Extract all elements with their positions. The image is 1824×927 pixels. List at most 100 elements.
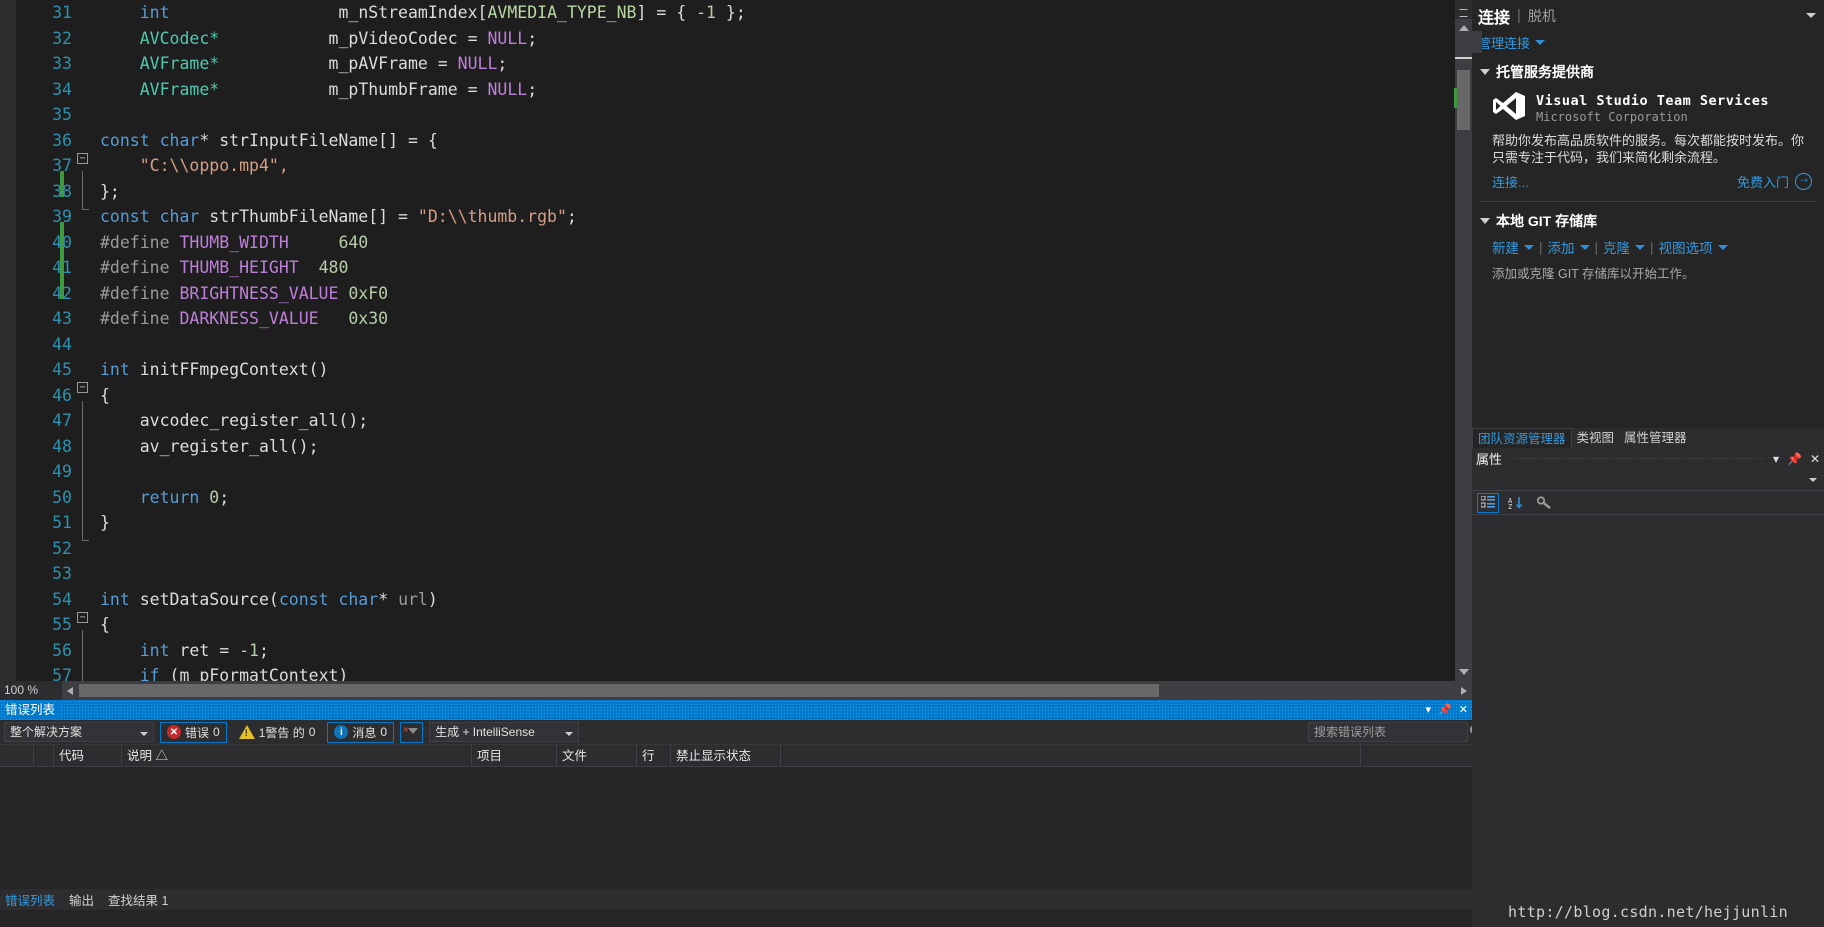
code-line[interactable]: 57− if (m_pFormatContext) [16,663,1472,681]
code-line[interactable]: 39 const char strThumbFileName[] = "D:\\t… [16,204,1472,248]
code-text[interactable]: av_register_all(); [100,437,319,456]
categorized-icon[interactable] [1477,492,1499,513]
code-text[interactable]: int initFFmpegContext() [100,360,329,379]
vertical-scroll-thumb[interactable] [1457,70,1470,130]
code-text[interactable]: AVFrame* m_pThumbFrame = NULL; [100,80,537,99]
code-line[interactable]: 31 int m_nStreamIndex[AVMEDIA_TYPE_NB] =… [16,0,1472,26]
team-explorer-menu-caret-icon[interactable] [1806,13,1816,18]
hscroll-track[interactable] [79,681,1455,700]
error-list-search[interactable]: 🔍 [1308,722,1484,744]
provider-links[interactable]: 连接... 免费入门 [1472,166,1824,191]
code-line[interactable]: 49 [16,459,1472,503]
pin-icon[interactable]: 📌 [1438,700,1452,720]
code-surface[interactable]: 31 int m_nStreamIndex[AVMEDIA_TYPE_NB] =… [16,0,1472,681]
warnings-filter-toggle[interactable]: 1警告 的 0 [233,722,322,743]
code-text[interactable]: } [100,513,110,532]
pin-icon[interactable]: 📌 [1787,452,1802,466]
arrow-right-circle-icon[interactable] [1795,171,1812,190]
chevron-down-icon[interactable]: ▾ [1426,700,1432,720]
code-line[interactable]: 44 [16,332,1472,358]
free-start-group[interactable]: 免费入门 [1737,171,1812,191]
team-explorer-tab[interactable]: 类视图 [1572,428,1620,448]
code-line[interactable]: 46 { [16,383,1472,426]
connect-link[interactable]: 连接... [1492,172,1529,191]
code-text[interactable]: #define THUMB_WIDTH 640 [100,233,368,252]
code-text[interactable]: int setDataSource(const char* url) [100,590,438,609]
expander-triangle-icon[interactable] [1480,69,1490,75]
dock-tab-inactive[interactable]: 查找结果 1 [108,890,168,909]
git-action-link[interactable]: 视图选项 [1659,237,1713,257]
scroll-up-arrow-icon[interactable] [1455,20,1472,37]
team-explorer-tab[interactable]: 团队资源管理器 [1472,428,1572,448]
alphabetical-sort-icon[interactable]: A Z [1505,493,1527,513]
git-action-caret-icon[interactable] [1524,244,1534,250]
error-list-toolbar[interactable]: 整个解决方案 ✕ 错误 0 1警告 的 0 i 消息 0 ✕ 生成 + Inte… [0,720,1484,745]
code-line[interactable]: 54− int setDataSource(const char* url) [16,587,1472,623]
editor-horizontal-scrollbar[interactable]: 100 % [0,681,1472,700]
code-text[interactable]: { [100,615,110,634]
property-pages-icon[interactable] [1533,493,1555,513]
error-list-column-header[interactable]: 禁止显示状态 [671,745,781,766]
error-list-column-header[interactable]: 代码 [54,745,122,766]
search-input[interactable] [1309,725,1469,739]
code-text[interactable]: "C:\\oppo.mp4", [100,156,289,175]
code-line[interactable]: 52 [16,536,1472,562]
hosted-providers-header[interactable]: 托管服务提供商 [1472,58,1824,86]
error-list-window-buttons[interactable]: ▾ 📌 ✕ [1426,700,1468,720]
code-line[interactable]: 32 AVCodec* m_pVideoCodec = NULL; [16,26,1472,52]
manage-connections-link[interactable]: 管理连接 [1478,33,1530,52]
scope-filter-combo[interactable]: 整个解决方案 [4,722,154,742]
code-text[interactable]: }; [100,182,120,201]
code-text[interactable]: const char* strInputFileName[] = { [100,131,438,150]
code-line[interactable]: 50 return 0; [16,485,1472,528]
close-icon[interactable]: ✕ [1459,700,1468,720]
code-line[interactable]: 55 { [16,612,1472,656]
code-line[interactable]: 36− const char* strInputFileName[] = { [16,128,1472,164]
code-text[interactable]: { [100,386,110,405]
messages-filter-toggle[interactable]: i 消息 0 [327,721,395,743]
bottom-dock-tabs[interactable]: 错误列表 输出 查找结果 1 [0,889,1472,910]
code-line[interactable]: 43 #define DARKNESS_VALUE 0x30 [16,306,1472,332]
code-line[interactable]: 51} [16,510,1472,541]
dock-tab-active[interactable]: 错误列表 [5,890,55,909]
code-text[interactable]: AVCodec* m_pVideoCodec = NULL; [100,29,537,48]
git-action-caret-icon[interactable] [1635,244,1646,250]
scroll-down-arrow-icon[interactable] [1455,664,1472,681]
code-text[interactable]: return 0; [100,488,229,507]
hscroll-right-arrow-icon[interactable] [1455,681,1472,700]
local-git-header[interactable]: 本地 GIT 存储库 [1472,207,1824,235]
split-view-icon[interactable]: ‒ ‒ [1455,0,1472,24]
code-text[interactable]: AVFrame* m_pAVFrame = NULL; [100,54,508,73]
code-text[interactable]: #define THUMB_HEIGHT 480 [100,258,348,277]
code-text[interactable]: avcodec_register_all(); [100,411,368,430]
code-editor[interactable]: 31 int m_nStreamIndex[AVMEDIA_TYPE_NB] =… [0,0,1472,700]
properties-grid-empty[interactable] [1472,515,1824,845]
zoom-level-selector[interactable]: 100 % [0,681,62,700]
error-list-column-header[interactable]: 项目 [472,745,557,766]
code-line[interactable]: 42 #define BRIGHTNESS_VALUE 0xF0 [16,281,1472,307]
properties-toolbar[interactable]: A Z [1472,491,1824,515]
manage-connections-caret-icon[interactable] [1535,39,1546,45]
git-action-caret-icon[interactable] [1717,244,1728,250]
code-line[interactable]: 38}; [16,179,1472,210]
code-line[interactable]: 45− int initFFmpegContext() [16,357,1472,393]
code-line[interactable]: 35 [16,102,1472,128]
error-list-column-headers[interactable]: 代码 说明 △ 项目 文件行禁止显示状态 [0,745,1472,767]
properties-object-selector[interactable] [1472,469,1824,491]
team-explorer-toolbar[interactable]: 管理连接 [1472,31,1824,53]
code-line[interactable]: 37 "C:\\oppo.mp4", [16,153,1472,197]
hscroll-left-arrow-icon[interactable] [62,681,79,700]
code-line[interactable]: 53 [16,561,1472,587]
build-intellisense-combo[interactable]: 生成 + IntelliSense [429,722,580,742]
code-line[interactable]: 41 #define THUMB_HEIGHT 480 [16,255,1472,299]
code-text[interactable]: int ret = -1; [100,641,269,660]
code-text[interactable]: #define DARKNESS_VALUE 0x30 [100,309,388,328]
git-action-link[interactable]: 克隆 [1603,237,1630,257]
free-start-link[interactable]: 免费入门 [1737,172,1789,191]
error-list-column-header[interactable]: 说明 △ [122,745,472,766]
code-line[interactable]: 34 AVFrame* m_pThumbFrame = NULL; [16,77,1472,103]
code-text[interactable]: if (m_pFormatContext) [100,666,349,681]
git-action-links[interactable]: 新建 | 添加 | 克隆 | 视图选项 [1472,235,1824,257]
close-icon[interactable]: ✕ [1810,452,1820,466]
errors-filter-toggle[interactable]: ✕ 错误 0 [160,721,227,743]
